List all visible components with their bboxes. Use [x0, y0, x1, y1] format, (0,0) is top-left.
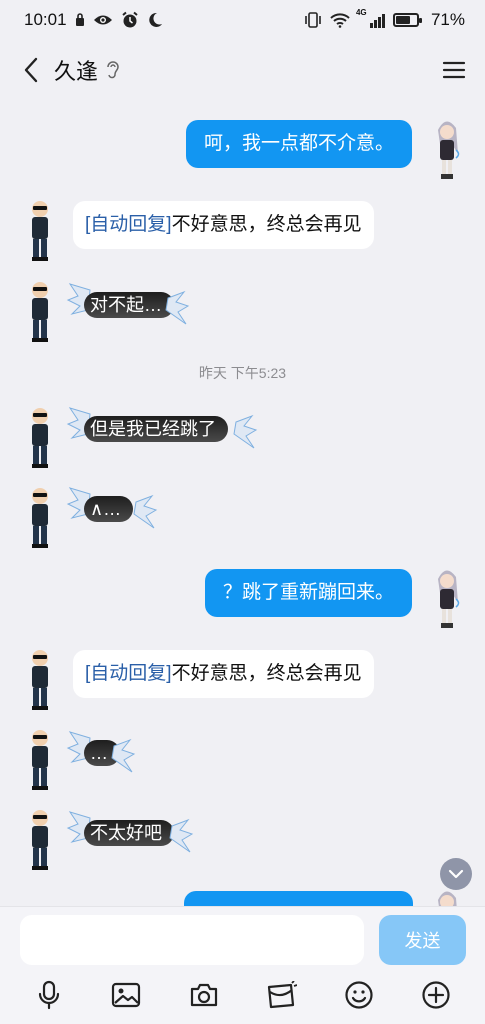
chat-title[interactable]: 久逢 — [54, 54, 98, 86]
wifi-icon — [330, 13, 350, 28]
message-text: 不好意思，终总会再见 — [171, 214, 362, 235]
image-icon — [112, 982, 141, 1008]
chat-area[interactable]: 呵，我一点都不介意。 [自动回复]不好意思，终总会再见 对不起… 昨天 下午5:… — [0, 100, 485, 908]
message-input[interactable] — [20, 915, 364, 965]
camera-icon — [190, 983, 217, 1007]
sticker-message[interactable]: 对不起… — [66, 278, 196, 332]
vibrate-icon — [305, 12, 321, 28]
toolbar — [0, 973, 485, 1017]
signal-icon: 4G — [356, 8, 385, 28]
status-bar: 10:01 4G 71% — [0, 0, 485, 40]
wing-right-icon — [111, 738, 136, 773]
lock-icon — [75, 13, 84, 26]
contact-avatar[interactable] — [22, 195, 58, 265]
emoji-button[interactable] — [339, 975, 379, 1015]
back-arrow-icon — [24, 57, 38, 83]
contact-avatar[interactable] — [22, 276, 58, 346]
battery-icon — [392, 13, 422, 27]
wing-right-icon — [165, 290, 190, 325]
back-button[interactable] — [16, 55, 46, 85]
my-avatar[interactable] — [428, 563, 464, 633]
input-bar: 发送 — [0, 906, 485, 1024]
sticker-text: 对不起… — [84, 292, 174, 318]
mic-icon — [38, 980, 59, 1010]
timestamp: 昨天 下午5:23 — [198, 365, 287, 381]
red-packet-button[interactable] — [261, 975, 301, 1015]
send-button[interactable]: 发送 — [379, 915, 466, 965]
voice-button[interactable] — [29, 975, 69, 1015]
more-button[interactable] — [416, 975, 456, 1015]
eye-icon — [93, 15, 112, 25]
outgoing-bubble[interactable]: ？跳了重新蹦回来。 — [204, 569, 412, 617]
auto-reply-tag: [自动回复] — [85, 663, 172, 684]
incoming-bubble[interactable]: [自动回复]不好意思，终总会再见 — [73, 650, 374, 698]
ear-icon[interactable] — [106, 60, 120, 80]
sticker-message[interactable]: … — [66, 726, 136, 780]
menu-icon — [442, 61, 466, 79]
contact-avatar[interactable] — [22, 804, 58, 874]
sticker-message[interactable]: ∧… — [66, 482, 160, 536]
auto-reply-tag: [自动回复] — [85, 214, 172, 235]
message-text: 不好意思，终总会再见 — [171, 663, 362, 684]
incoming-bubble[interactable]: [自动回复]不好意思，终总会再见 — [73, 201, 374, 249]
menu-button[interactable] — [439, 55, 469, 85]
chat-header: 久逢 — [0, 40, 485, 100]
wing-right-icon — [133, 494, 158, 529]
red-packet-icon — [268, 981, 298, 1009]
scroll-to-bottom-button[interactable] — [440, 858, 472, 890]
sticker-text: ∧… — [84, 496, 134, 522]
chevron-down-icon — [448, 869, 464, 879]
emoji-icon — [345, 981, 373, 1009]
sticker-text: 但是我已经跳了 — [84, 416, 228, 442]
wing-right-icon — [233, 414, 258, 449]
contact-avatar[interactable] — [22, 724, 58, 794]
status-time: 10:01 — [24, 10, 67, 29]
battery-percent: 71% — [430, 10, 465, 29]
outgoing-bubble[interactable]: 呵，我一点都不介意。 — [185, 120, 412, 168]
plus-icon — [422, 981, 450, 1009]
sticker-message[interactable]: 但是我已经跳了 — [66, 402, 262, 456]
sticker-message[interactable]: 不太好吧 — [66, 806, 198, 860]
wing-right-icon — [169, 818, 194, 853]
moon-icon — [148, 12, 162, 27]
contact-avatar[interactable] — [22, 644, 58, 714]
camera-button[interactable] — [184, 975, 224, 1015]
gallery-button[interactable] — [106, 975, 146, 1015]
sticker-text: 不太好吧 — [84, 820, 174, 846]
my-avatar[interactable] — [428, 114, 464, 184]
network-type: 4G — [355, 8, 367, 17]
contact-avatar[interactable] — [22, 402, 58, 472]
alarm-icon — [121, 11, 138, 28]
contact-avatar[interactable] — [22, 482, 58, 552]
